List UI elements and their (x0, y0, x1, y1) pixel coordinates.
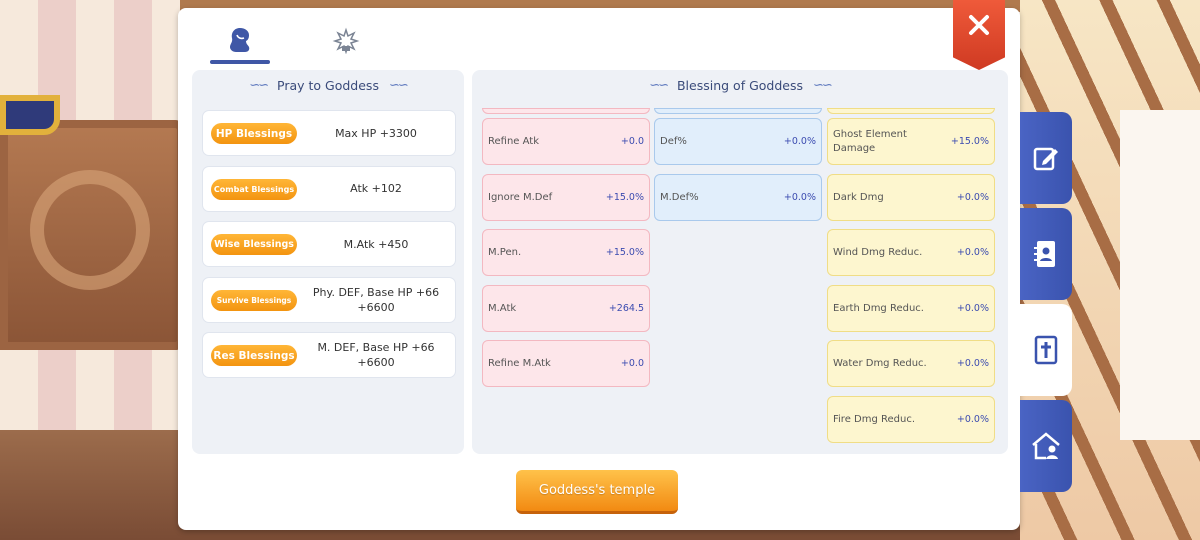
stat-name: M.Pen. (488, 246, 522, 258)
stat-value: +0.0% (783, 192, 816, 203)
goddess-hair-icon (230, 28, 250, 52)
pray-item-hp[interactable]: HP Blessings Max HP +3300 (202, 110, 456, 156)
pray-item-combat[interactable]: Combat Blessings Atk +102 (202, 165, 456, 212)
side-tab-notes[interactable] (1020, 112, 1072, 204)
stat-value: +15.0% (950, 136, 989, 147)
swirl-ornament-left: ∽∽ (249, 77, 269, 93)
stat-name: M.Atk (488, 302, 517, 314)
background-shelf (0, 120, 185, 350)
side-tab-home[interactable] (1020, 400, 1072, 492)
stat-value: +0.0 (620, 136, 644, 147)
blessing-pill: HP Blessings (211, 123, 297, 144)
stat-card-partial (654, 108, 822, 114)
cross-book-icon (1034, 335, 1058, 365)
top-tab-bar (178, 8, 1020, 66)
stat-value: +264.5 (608, 303, 644, 314)
stat-name: M.Def% (660, 191, 699, 203)
stat-card: Water Dmg Reduc. +0.0% (827, 340, 995, 387)
blessing-panel-title: Blessing of Goddess (676, 77, 803, 93)
stat-card-partial (482, 108, 650, 114)
stat-value: +0.0% (956, 303, 989, 314)
goddess-dialog: ∽∽ Pray to Goddess ∽∽ HP Blessings Max H… (178, 0, 1020, 530)
swirl-ornament-right: ∽∽ (813, 77, 833, 93)
blessing-panel-header: ∽∽ Blessing of Goddess ∽∽ (472, 70, 1008, 100)
side-tab-contacts[interactable] (1020, 208, 1072, 300)
stat-card: Ghost Element Damage +15.0% (827, 118, 995, 165)
blessing-pill: Survive Blessings (211, 289, 297, 311)
stat-card: Refine M.Atk +0.0 (482, 340, 650, 387)
stat-value: +0.0% (956, 414, 989, 425)
stat-name: Ghost Element Damage (833, 128, 907, 154)
stat-card: Wind Dmg Reduc. +0.0% (827, 229, 995, 276)
stat-name: Earth Dmg Reduc. (833, 302, 924, 314)
stat-card: Refine Atk +0.0 (482, 118, 650, 165)
stat-name: Fire Dmg Reduc. (833, 413, 916, 425)
pray-list: HP Blessings Max HP +3300 Combat Blessin… (202, 110, 456, 388)
stat-card: M.Pen. +15.0% (482, 229, 650, 276)
side-tab-goddess[interactable] (1020, 304, 1072, 396)
pray-item-wise[interactable]: Wise Blessings M.Atk +450 (202, 221, 456, 267)
close-button[interactable] (953, 0, 1005, 70)
stat-name: Dark Dmg (833, 191, 884, 203)
stat-name: Def% (660, 135, 687, 147)
house-person-icon (1032, 432, 1060, 460)
blessing-value: Phy. DEF, Base HP +66 +6600 (312, 285, 440, 314)
stat-card: Dark Dmg +0.0% (827, 174, 995, 221)
stat-name: Ignore M.Def (488, 191, 553, 203)
blessing-pill: Combat Blessings (211, 178, 297, 200)
stat-value: +15.0% (605, 192, 644, 203)
stat-card: Ignore M.Def +15.0% (482, 174, 650, 221)
stat-value: +0.0% (956, 192, 989, 203)
stat-name: Refine M.Atk (488, 357, 551, 369)
swirl-ornament-right: ∽∽ (388, 77, 409, 93)
blessing-pill: Wise Blessings (211, 234, 297, 255)
blessing-value: M.Atk +450 (343, 237, 409, 251)
background-frame (0, 95, 60, 135)
blessing-panel: ∽∽ Blessing of Goddess ∽∽ Refine Atk +0.… (472, 70, 1008, 454)
stat-name: Wind Dmg Reduc. (833, 246, 923, 258)
stat-name: Refine Atk (488, 135, 539, 147)
stat-value: +0.0% (783, 136, 816, 147)
blessing-value: M. DEF, Base HP +66 +6600 (317, 341, 435, 369)
pray-item-survive[interactable]: Survive Blessings Phy. DEF, Base HP +66 … (202, 276, 456, 323)
stat-name: Water Dmg Reduc. (833, 357, 927, 369)
background-wall (1120, 110, 1200, 440)
pray-panel-header: ∽∽ Pray to Goddess ∽∽ (192, 70, 464, 100)
blessing-value: Max HP +3300 (335, 126, 417, 140)
close-icon (969, 15, 989, 35)
stat-value: +0.0% (956, 358, 989, 369)
stat-card: Fire Dmg Reduc. +0.0% (827, 396, 995, 443)
stat-card-partial (827, 108, 995, 114)
tab-goddess[interactable] (210, 16, 270, 64)
swirl-ornament-left: ∽∽ (649, 77, 669, 93)
stat-value: +0.0 (620, 358, 644, 369)
stat-value: +15.0% (605, 247, 644, 258)
stat-card: M.Def% +0.0% (654, 174, 822, 221)
stat-card: M.Atk +264.5 (482, 285, 650, 332)
pray-panel-title: Pray to Goddess (277, 77, 379, 93)
blessing-value: Atk +102 (350, 182, 402, 195)
contact-book-icon (1034, 241, 1055, 267)
goddess-temple-button[interactable]: Goddess's temple (516, 470, 678, 514)
pray-panel: ∽∽ Pray to Goddess ∽∽ HP Blessings Max H… (192, 70, 464, 454)
blessing-pill: Res Blessings (211, 345, 297, 366)
stat-card: Def% +0.0% (654, 118, 822, 165)
angel-statue-icon (332, 27, 360, 54)
pray-item-res[interactable]: Res Blessings M. DEF, Base HP +66 +6600 (202, 332, 456, 378)
stat-card: Earth Dmg Reduc. +0.0% (827, 285, 995, 332)
tab-angel[interactable] (316, 16, 376, 64)
stat-value: +0.0% (956, 247, 989, 258)
edit-note-icon (1033, 147, 1058, 171)
